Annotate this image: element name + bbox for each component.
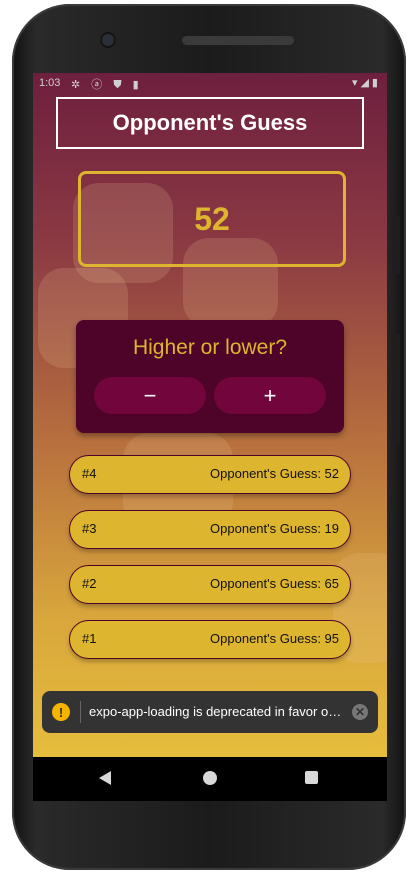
guess-log-item: #4 Opponent's Guess: 52 (69, 455, 351, 494)
android-nav-bar (33, 757, 387, 801)
toast-divider (80, 701, 81, 723)
round-number: #4 (82, 466, 97, 481)
round-number: #1 (82, 631, 97, 646)
close-icon[interactable]: ✕ (352, 704, 368, 720)
warning-toast[interactable]: ! expo-app-loading is deprecated in favo… (42, 691, 378, 733)
earpiece-speaker (182, 36, 294, 45)
round-guess-text: Opponent's Guess: 19 (210, 521, 339, 536)
recent-apps-icon[interactable] (305, 771, 318, 784)
round-guess-text: Opponent's Guess: 95 (210, 631, 339, 646)
signal-battery-icons: ▾◢▮ (351, 77, 381, 89)
round-guess-text: Opponent's Guess: 65 (210, 576, 339, 591)
round-number: #3 (82, 521, 97, 536)
page-title: Opponent's Guess (56, 97, 364, 149)
higher-button[interactable]: + (214, 377, 326, 414)
home-icon[interactable] (203, 771, 217, 785)
lower-button[interactable]: − (94, 377, 206, 414)
round-number: #2 (82, 576, 97, 591)
round-guess-text: Opponent's Guess: 52 (210, 466, 339, 481)
warning-icon: ! (52, 703, 70, 721)
card-instruction-text: Higher or lower? (132, 336, 288, 359)
toast-message: expo-app-loading is deprecated in favor … (89, 704, 344, 719)
status-bar: 1:03 ✲ ⓐ ⛊ ▮ ▾◢▮ (33, 73, 387, 93)
front-camera (102, 34, 114, 46)
guess-log-item: #1 Opponent's Guess: 95 (69, 620, 351, 659)
higher-lower-card: Higher or lower? − + (76, 320, 344, 433)
app-screen: 1:03 ✲ ⓐ ⛊ ▮ ▾◢▮ Opponent's Guess 52 Hig… (33, 73, 387, 757)
current-guess-display: 52 (78, 171, 346, 267)
guess-log-item: #2 Opponent's Guess: 65 (69, 565, 351, 604)
status-time: 1:03 (39, 77, 61, 89)
power-button (395, 334, 400, 444)
guess-log-item: #3 Opponent's Guess: 19 (69, 510, 351, 549)
notification-icons: ✲ ⓐ ⛊ ▮ (71, 79, 143, 91)
volume-button (395, 216, 400, 274)
back-icon[interactable] (99, 771, 111, 785)
